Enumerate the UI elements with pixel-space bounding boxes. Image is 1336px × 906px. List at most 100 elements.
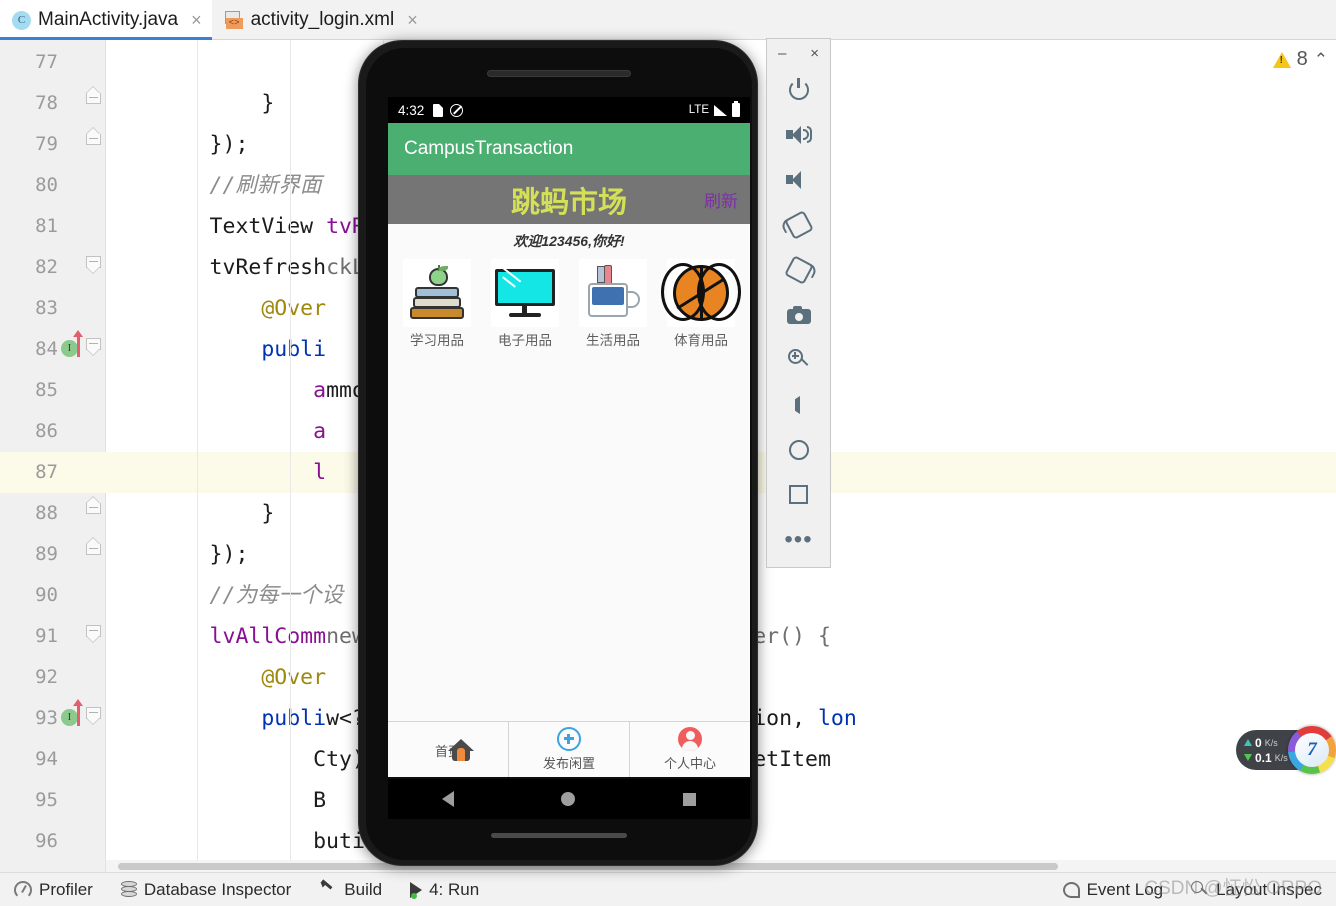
volume-down-icon[interactable] xyxy=(776,157,821,202)
android-recents-icon[interactable] xyxy=(683,792,697,806)
tab-activity-login-xml[interactable]: <> activity_login.xml × xyxy=(212,0,428,40)
android-emulator[interactable]: 4:32 LTE CampusTransaction 跳蚂市场 刷新 欢迎123… xyxy=(348,36,768,866)
signal-icon xyxy=(714,104,727,116)
gutter-markers[interactable] xyxy=(58,493,105,534)
line-number: 79 xyxy=(35,133,58,155)
network-speed-widget[interactable]: 0 K/s 0.1 K/s 7 xyxy=(1236,726,1336,774)
category-label: 生活用品 xyxy=(586,333,640,348)
gutter-markers[interactable] xyxy=(58,288,105,329)
minimize-icon[interactable]: – xyxy=(778,45,786,62)
download-value: 0.1 xyxy=(1255,750,1272,765)
category-label: 电子用品 xyxy=(498,333,552,348)
code-fold-icon[interactable] xyxy=(86,338,101,357)
line-number: 85 xyxy=(35,379,58,401)
back-icon[interactable] xyxy=(776,382,821,427)
category-electronics[interactable]: 电子用品 xyxy=(484,259,566,349)
line-number: 81 xyxy=(35,215,58,237)
gutter-markers[interactable] xyxy=(58,657,105,698)
status-item-database-inspector[interactable]: Database Inspector xyxy=(107,880,305,900)
chevron-up-icon[interactable]: ⌃ xyxy=(1314,50,1328,70)
category-study-supplies[interactable]: 学习用品 xyxy=(396,259,478,349)
gutter-markers[interactable] xyxy=(58,247,105,288)
refresh-button[interactable]: 刷新 xyxy=(704,187,738,212)
code-fold-icon[interactable] xyxy=(86,127,101,152)
nav-item-publish[interactable]: 发布闲置 xyxy=(509,722,630,777)
code-fold-icon[interactable] xyxy=(86,256,101,275)
rotate-right-icon[interactable] xyxy=(776,247,821,292)
override-arrow-icon[interactable] xyxy=(73,330,83,357)
gutter-markers[interactable] xyxy=(58,452,105,493)
gutter-markers[interactable] xyxy=(58,165,105,206)
line-number: 96 xyxy=(35,830,58,852)
gutter-markers[interactable] xyxy=(58,821,105,862)
android-home-icon[interactable] xyxy=(561,792,576,806)
close-icon[interactable]: × xyxy=(191,10,202,31)
code-text: } xyxy=(106,501,275,526)
status-item-run[interactable]: 4: Run xyxy=(396,880,493,900)
nav-item-profile[interactable]: 个人中心 xyxy=(630,722,750,777)
status-item-event-log[interactable]: Event Log xyxy=(1049,880,1178,900)
status-time: 4:32 xyxy=(398,102,425,118)
status-item-layout-inspector[interactable]: Layout Inspec xyxy=(1177,880,1336,900)
gutter-markers[interactable] xyxy=(58,575,105,616)
gutter-markers[interactable] xyxy=(58,124,105,165)
monitor-icon xyxy=(491,259,559,327)
code-text: }); xyxy=(106,132,249,157)
tab-label: MainActivity.java xyxy=(38,9,179,30)
phone-screen[interactable]: 4:32 LTE CampusTransaction 跳蚂市场 刷新 欢迎123… xyxy=(388,97,750,777)
status-item-build[interactable]: Build xyxy=(305,878,396,900)
run-to-cursor-icon[interactable]: I xyxy=(61,709,78,726)
arrow-down-icon xyxy=(1244,754,1252,761)
line-number: 91 xyxy=(35,625,58,647)
category-daily-supplies[interactable]: 生活用品 xyxy=(572,259,654,349)
code-fold-icon[interactable] xyxy=(86,537,101,562)
override-arrow-icon[interactable] xyxy=(73,699,83,726)
gutter-markers[interactable] xyxy=(58,206,105,247)
market-title: 跳蚂市场 xyxy=(510,184,627,219)
status-item-profiler[interactable]: Profiler xyxy=(0,880,107,900)
gutter-markers[interactable] xyxy=(58,780,105,821)
code-fold-icon[interactable] xyxy=(86,625,101,644)
power-icon[interactable] xyxy=(776,67,821,112)
run-to-cursor-icon[interactable]: I xyxy=(61,340,78,357)
gutter-markers[interactable] xyxy=(58,862,105,872)
earpiece-speaker-icon xyxy=(487,70,631,77)
gutter-markers[interactable] xyxy=(58,534,105,575)
event-log-icon xyxy=(1062,881,1080,898)
close-icon[interactable]: × xyxy=(810,45,819,62)
volume-up-icon[interactable] xyxy=(776,112,821,157)
line-number: 93 xyxy=(35,707,58,729)
no-sim-icon xyxy=(450,103,464,117)
code-fold-icon[interactable] xyxy=(86,86,101,111)
gutter-markers[interactable] xyxy=(58,411,105,452)
xml-layout-icon: <> xyxy=(224,10,244,30)
close-icon[interactable]: × xyxy=(407,10,418,31)
gutter-markers[interactable] xyxy=(58,42,105,83)
zoom-icon[interactable] xyxy=(776,337,821,382)
rotate-left-icon[interactable] xyxy=(776,202,821,247)
security-orb-icon[interactable]: 7 xyxy=(1288,726,1336,774)
screenshot-icon[interactable] xyxy=(776,292,821,337)
app-window: C MainActivity.java × <> activity_login.… xyxy=(0,0,1336,906)
market-title-bar: 跳蚂市场 刷新 xyxy=(388,175,750,224)
code-text: @Over xyxy=(106,296,327,321)
nav-item-home[interactable]: 首页 xyxy=(388,722,509,777)
status-label: Event Log xyxy=(1086,879,1164,899)
gutter-markers[interactable] xyxy=(58,616,105,657)
overview-icon[interactable] xyxy=(776,472,821,517)
code-fold-icon[interactable] xyxy=(86,496,101,521)
gutter-markers[interactable] xyxy=(58,370,105,411)
gutter-markers[interactable]: I xyxy=(58,329,105,370)
gutter-markers[interactable] xyxy=(58,739,105,780)
tab-mainactivity-java[interactable]: C MainActivity.java × xyxy=(0,0,212,40)
more-icon[interactable]: ••• xyxy=(776,517,821,562)
category-sports-supplies[interactable]: 体育用品 xyxy=(660,259,742,349)
code-fold-icon[interactable] xyxy=(86,707,101,726)
line-number: 77 xyxy=(35,51,58,73)
android-back-icon[interactable] xyxy=(441,791,454,807)
gutter-markers[interactable]: I xyxy=(58,698,105,739)
status-label: Build xyxy=(344,879,383,899)
gutter-markers[interactable] xyxy=(58,83,105,124)
home-icon[interactable] xyxy=(776,427,821,472)
inspection-widget[interactable]: 8 ⌃ xyxy=(1272,48,1328,71)
